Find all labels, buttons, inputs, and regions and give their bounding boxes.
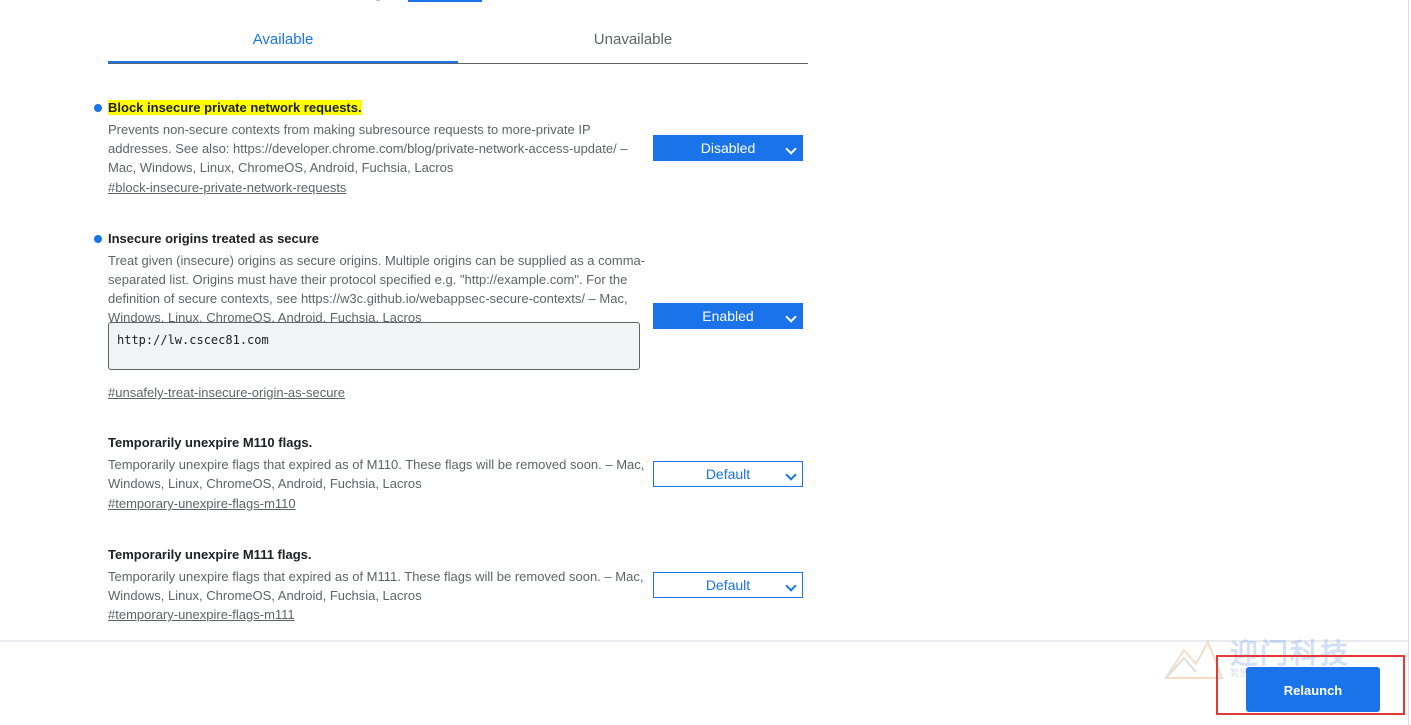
- flag-description: Temporarily unexpire flags that expired …: [108, 569, 644, 603]
- flag-state-select[interactable]: Default: [653, 461, 803, 487]
- flag-permalink[interactable]: #temporary-unexpire-flags-m110: [108, 496, 296, 511]
- modified-indicator-dot: [94, 235, 102, 243]
- flag-state-value: Default: [705, 466, 751, 482]
- flag-title: Temporarily unexpire M111 flags.: [108, 547, 312, 562]
- origins-textarea[interactable]: http://lw.cscec81.com: [108, 322, 640, 370]
- chevron-down-icon: [785, 311, 797, 323]
- flag-title: Insecure origins treated as secure: [108, 231, 319, 246]
- tab-available[interactable]: Available: [108, 18, 458, 63]
- flag-block-insecure-private-network-requests: Block insecure private network requests.…: [94, 99, 808, 199]
- flag-title: Block insecure private network requests.: [108, 100, 362, 115]
- flags-tabs: Available Unavailable: [108, 18, 808, 64]
- top-divider-fragment: [376, 0, 380, 1]
- flag-title: Temporarily unexpire M110 flags.: [108, 435, 313, 450]
- flag-state-value: Default: [705, 577, 751, 593]
- flag-state-select[interactable]: Enabled: [653, 303, 803, 329]
- flag-description: Treat given (insecure) origins as secure…: [108, 253, 646, 325]
- flag-description: Temporarily unexpire flags that expired …: [108, 457, 645, 491]
- flag-permalink[interactable]: #block-insecure-private-network-requests: [108, 180, 346, 195]
- chevron-down-icon: [785, 580, 797, 592]
- flag-unsafely-treat-insecure-origin-as-secure: Insecure origins treated as secure Treat…: [94, 230, 808, 405]
- flag-temporary-unexpire-flags-m110: Temporarily unexpire M110 flags. Tempora…: [108, 434, 808, 514]
- flag-permalink[interactable]: #unsafely-treat-insecure-origin-as-secur…: [108, 385, 345, 400]
- flag-description: Prevents non-secure contexts from making…: [108, 122, 628, 175]
- flag-state-value: Enabled: [702, 308, 754, 324]
- scrolled-link-underline: [408, 0, 482, 2]
- flag-temporary-unexpire-flags-m111: Temporarily unexpire M111 flags. Tempora…: [108, 546, 808, 626]
- flag-permalink[interactable]: #temporary-unexpire-flags-m111: [108, 607, 295, 622]
- relaunch-button[interactable]: Relaunch: [1246, 667, 1380, 712]
- tabs-divider: [108, 63, 808, 64]
- flag-state-select[interactable]: Disabled: [653, 135, 803, 161]
- modified-indicator-dot: [94, 104, 102, 112]
- chevron-down-icon: [785, 143, 797, 155]
- flag-state-value: Disabled: [700, 140, 756, 156]
- tab-unavailable[interactable]: Unavailable: [458, 18, 808, 62]
- content-right-border: [1408, 0, 1409, 725]
- chevron-down-icon: [785, 469, 797, 481]
- flag-state-select[interactable]: Default: [653, 572, 803, 598]
